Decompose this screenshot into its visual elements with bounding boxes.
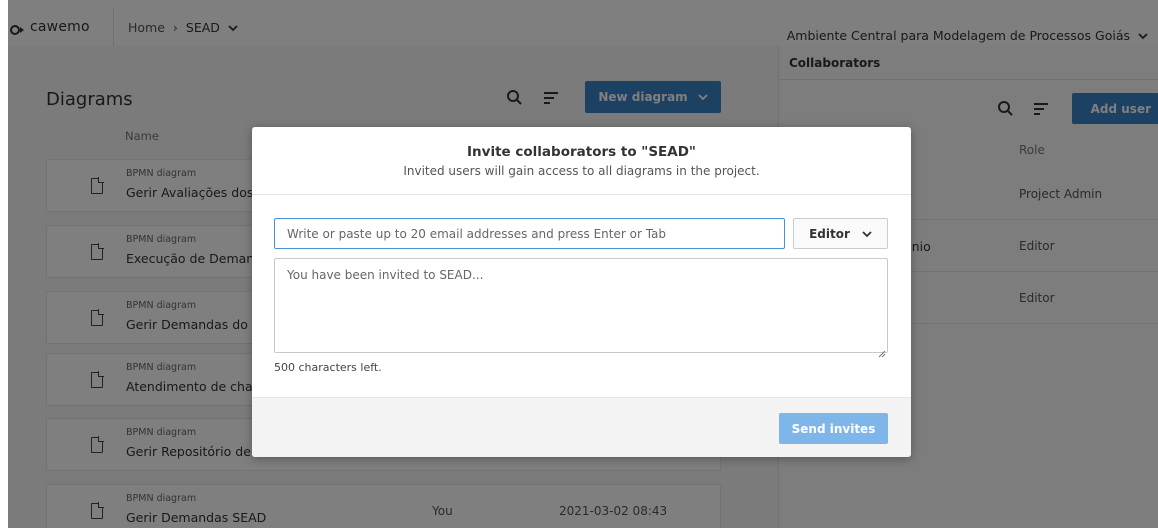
invite-dialog: Invite collaborators to "SEAD" Invited u… xyxy=(252,127,911,457)
resize-handle-icon[interactable] xyxy=(878,343,886,358)
dialog-footer: Send invites xyxy=(252,397,911,457)
characters-left-counter: 500 characters left. xyxy=(274,361,382,374)
dialog-header: Invite collaborators to "SEAD" Invited u… xyxy=(252,127,911,195)
role-select[interactable]: Editor xyxy=(793,218,888,249)
email-input[interactable] xyxy=(274,218,785,249)
send-invites-button[interactable]: Send invites xyxy=(779,413,888,444)
message-textarea[interactable] xyxy=(274,258,888,353)
dialog-subtitle: Invited users will gain access to all di… xyxy=(403,164,760,178)
role-select-value: Editor xyxy=(809,226,850,241)
window-edge xyxy=(0,0,8,528)
chevron-down-icon xyxy=(862,227,872,241)
dialog-title: Invite collaborators to "SEAD" xyxy=(467,144,696,160)
